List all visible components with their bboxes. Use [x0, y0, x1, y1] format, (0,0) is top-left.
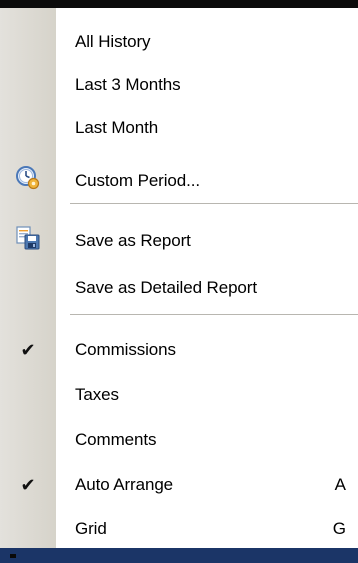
- checkmark-icon: ✔: [20, 339, 36, 360]
- menu-item-label: Save as Detailed Report: [75, 277, 257, 297]
- menu-item-save-as-report[interactable]: Save as Report: [0, 219, 358, 262]
- background-window-edge: [0, 548, 358, 563]
- menu-item-commissions[interactable]: ✔ Commissions: [0, 328, 358, 371]
- menu-item-last-3-months[interactable]: Last 3 Months: [0, 63, 358, 106]
- menu-item-label: Comments: [75, 429, 157, 449]
- menu-item-label: Last Month: [75, 117, 159, 137]
- menu-item-auto-arrange[interactable]: ✔ Auto Arrange A: [0, 463, 358, 506]
- shortcut-key: A: [334, 474, 346, 494]
- background-ghost-text: [205, 548, 265, 554]
- save-report-icon: [15, 225, 41, 256]
- clock-gear-icon: [15, 165, 41, 196]
- menu-item-all-history[interactable]: All History: [0, 20, 358, 63]
- menu-item-label: Grid: [75, 518, 107, 538]
- menu-item-label: Last 3 Months: [75, 74, 181, 94]
- menu-item-custom-period[interactable]: Custom Period...: [0, 159, 358, 202]
- checkmark-icon: ✔: [20, 474, 36, 495]
- menu-separator: [70, 203, 358, 205]
- menu-item-label: All History: [75, 31, 151, 51]
- background-ghost-text: [70, 548, 130, 554]
- background-marker: [10, 554, 16, 558]
- shortcut-key: G: [332, 518, 346, 538]
- menu-item-grid[interactable]: Grid G: [0, 507, 358, 550]
- context-menu: All History Last 3 Months Last Month Cus: [0, 8, 358, 548]
- menu-item-last-month[interactable]: Last Month: [0, 106, 358, 149]
- menu-item-taxes[interactable]: Taxes: [0, 373, 358, 416]
- menu-item-label: Custom Period...: [75, 170, 201, 190]
- menu-item-label: Taxes: [75, 384, 119, 404]
- window-top-edge: [0, 0, 358, 8]
- menu-item-save-as-detailed-report[interactable]: Save as Detailed Report: [0, 266, 358, 309]
- menu-separator: [70, 314, 358, 316]
- menu-item-label: Auto Arrange: [75, 474, 174, 494]
- menu-item-label: Save as Report: [75, 230, 191, 250]
- menu-item-comments[interactable]: Comments: [0, 418, 358, 461]
- menu-item-label: Commissions: [75, 339, 176, 359]
